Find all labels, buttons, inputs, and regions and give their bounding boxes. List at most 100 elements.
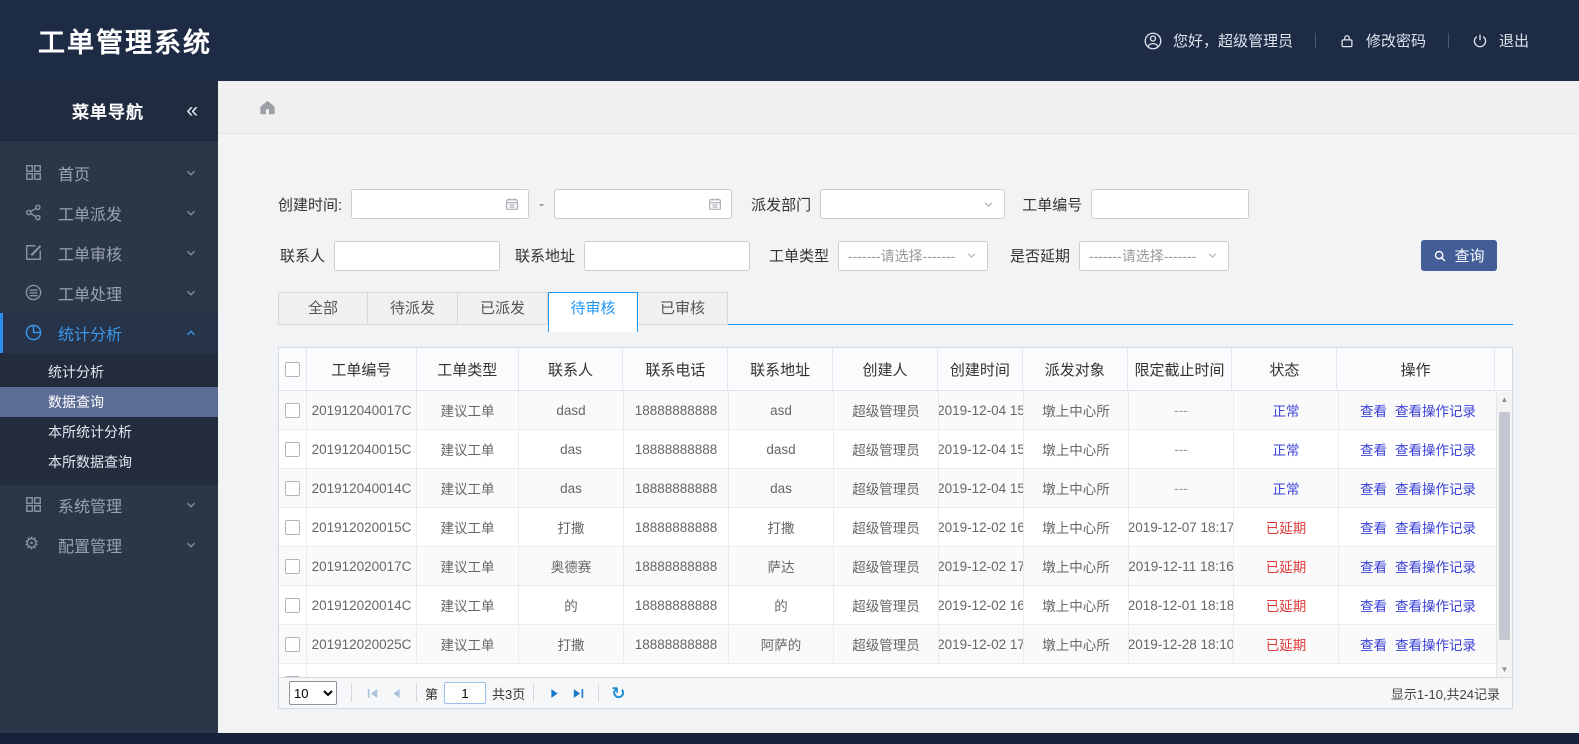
view-record-link[interactable]: 查看操作记录 <box>1395 478 1476 498</box>
chevron-down-icon <box>965 249 978 262</box>
row-checkbox[interactable] <box>285 675 300 677</box>
tab-all[interactable]: 全部 <box>278 292 368 325</box>
cell-type: 建议工单 <box>417 430 519 468</box>
view-link[interactable]: 查看 <box>1360 439 1387 459</box>
tab-dispatched[interactable]: 已派发 <box>458 292 548 325</box>
share-icon <box>24 203 44 223</box>
sidebar-item-dispatch[interactable]: 工单派发 <box>0 193 218 233</box>
cell-status: 已延期 <box>1234 508 1339 546</box>
cell-address: 萨达 <box>729 547 834 585</box>
refresh-button[interactable]: ↻ <box>611 685 625 702</box>
first-page-button[interactable] <box>363 684 381 702</box>
logout-button[interactable]: 退出 <box>1449 30 1551 51</box>
sidebar-item-label: 工单审核 <box>58 247 123 264</box>
page-size-select[interactable]: 10 <box>289 681 337 705</box>
table-row: 201912020025C 建议工单 打撒 18888888888 阿萨的 超级管理员 20… <box>279 625 1512 664</box>
search-button-label: 查询 <box>1454 248 1485 265</box>
cell-contact: 的 <box>519 586 624 624</box>
cell-phone: 18888888888 <box>624 469 729 507</box>
view-link[interactable]: 查看 <box>1360 478 1387 498</box>
checkbox-cell <box>279 586 307 624</box>
tab-reviewed[interactable]: 已审核 <box>638 292 728 325</box>
sidebar-item-home[interactable]: 首页 <box>0 153 218 193</box>
view-record-link[interactable]: 查看操作记录 <box>1395 517 1476 537</box>
create-time-end-input[interactable] <box>554 189 733 219</box>
row-checkbox[interactable] <box>285 519 300 535</box>
tab-pending-review[interactable]: 待审核 <box>548 292 638 332</box>
cell-phone: 18888888888 <box>624 430 729 468</box>
address-input[interactable] <box>584 240 751 271</box>
submenu-item-station-stats[interactable]: 本所统计分析 <box>0 417 218 447</box>
view-link[interactable]: 查看 <box>1360 556 1387 576</box>
cell-contact: dasd <box>519 391 624 429</box>
order-type-select[interactable]: -------请选择------- <box>838 240 989 271</box>
row-checkbox[interactable] <box>285 402 300 418</box>
sidebar-item-review[interactable]: 工单审核 <box>0 233 218 273</box>
view-link[interactable]: 查看 <box>1360 400 1387 420</box>
delay-value: -------请选择------- <box>1089 247 1197 264</box>
sidebar-item-label: 工单派发 <box>58 207 123 224</box>
scroll-down-icon[interactable]: ▼ <box>1497 665 1512 674</box>
change-password-button[interactable]: 修改密码 <box>1316 30 1448 51</box>
view-record-link[interactable]: 查看操作记录 <box>1395 595 1476 615</box>
sidebar-item-system[interactable]: 系统管理 <box>0 485 218 525</box>
sidebar-collapse-button[interactable]: « <box>186 100 198 121</box>
contact-input[interactable] <box>334 240 501 271</box>
sidebar-item-label: 工单处理 <box>58 287 123 304</box>
row-checkbox[interactable] <box>285 480 300 496</box>
page-footer <box>0 733 1579 744</box>
row-checkbox[interactable] <box>285 441 300 457</box>
view-record-link[interactable]: 查看操作记录 <box>1395 400 1476 420</box>
last-page-button[interactable] <box>569 684 587 702</box>
view-link[interactable]: 查看 <box>1360 595 1387 615</box>
cell-phone: 18888888888 <box>624 508 729 546</box>
cell-phone: 18888888888 <box>624 547 729 585</box>
row-checkbox[interactable] <box>285 597 300 613</box>
prev-page-button[interactable] <box>387 684 405 702</box>
work-order-table: 工单编号 工单类型 联系人 联系电话 联系地址 创建人 创建时间 派发对象 限定截止时间 状态 操作… <box>278 347 1513 709</box>
cell-deadline: 2019-12-07 18:17 <box>1129 508 1234 546</box>
cell-contact: 打撒 <box>519 508 624 546</box>
pagination-bar: 10 第 共3页 ↻ <box>279 677 1512 708</box>
submenu-item-data-query[interactable]: 数据查询 <box>0 387 218 417</box>
submenu-item-station-data-query[interactable]: 本所数据查询 <box>0 447 218 477</box>
scrollbar-thumb[interactable] <box>1499 412 1510 640</box>
cell-address: 的 <box>729 586 834 624</box>
delay-select[interactable]: -------请选择------- <box>1079 240 1230 271</box>
sidebar-item-config[interactable]: ⚙ 配置管理 <box>0 525 218 565</box>
cell-status: 已延期 <box>1234 586 1339 624</box>
home-icon[interactable] <box>258 98 277 117</box>
calendar-icon <box>707 196 723 212</box>
page-number-input[interactable] <box>444 682 487 704</box>
sidebar-item-label: 统计分析 <box>58 327 123 344</box>
cell-order-no: 201912020014C <box>307 586 417 624</box>
row-checkbox[interactable] <box>285 558 300 574</box>
scroll-up-icon[interactable]: ▲ <box>1497 395 1512 404</box>
dispatch-dept-select[interactable] <box>820 189 1006 219</box>
view-link[interactable]: 查看 <box>1360 634 1387 654</box>
order-no-input[interactable] <box>1091 189 1250 219</box>
cell-address: das <box>729 469 834 507</box>
cell-target: 墩上中心所 <box>1024 586 1129 624</box>
tab-pending-dispatch[interactable]: 待派发 <box>368 292 458 325</box>
sidebar-item-stats[interactable]: 统计分析 <box>0 313 218 353</box>
order-no-label: 工单编号 <box>1022 196 1083 214</box>
select-all-checkbox[interactable] <box>284 361 300 377</box>
create-time-start-input[interactable] <box>351 189 530 219</box>
column-header: 创建时间 <box>938 348 1023 390</box>
view-record-link[interactable]: 查看操作记录 <box>1395 556 1476 576</box>
cell-creator: 超级管理员 <box>834 508 939 546</box>
row-checkbox[interactable] <box>285 636 300 652</box>
view-link[interactable]: 查看 <box>1360 517 1387 537</box>
table-row: 201912020015C 建议工单 打撒 18888888888 打撒 超级管理员 201… <box>279 508 1512 547</box>
view-record-link[interactable]: 查看操作记录 <box>1395 634 1476 654</box>
apps-icon <box>24 495 44 515</box>
cell-creator: 超级管理员 <box>834 586 939 624</box>
sidebar-item-process[interactable]: 工单处理 <box>0 273 218 313</box>
table-scrollbar[interactable]: ▲ ▼ <box>1496 392 1512 677</box>
next-page-button[interactable] <box>545 684 563 702</box>
submenu-item-stats-analysis[interactable]: 统计分析 <box>0 357 218 387</box>
cell-operations: 查看 查看操作记录 <box>1339 586 1497 624</box>
view-record-link[interactable]: 查看操作记录 <box>1395 439 1476 459</box>
search-button[interactable]: 查询 <box>1421 240 1497 271</box>
